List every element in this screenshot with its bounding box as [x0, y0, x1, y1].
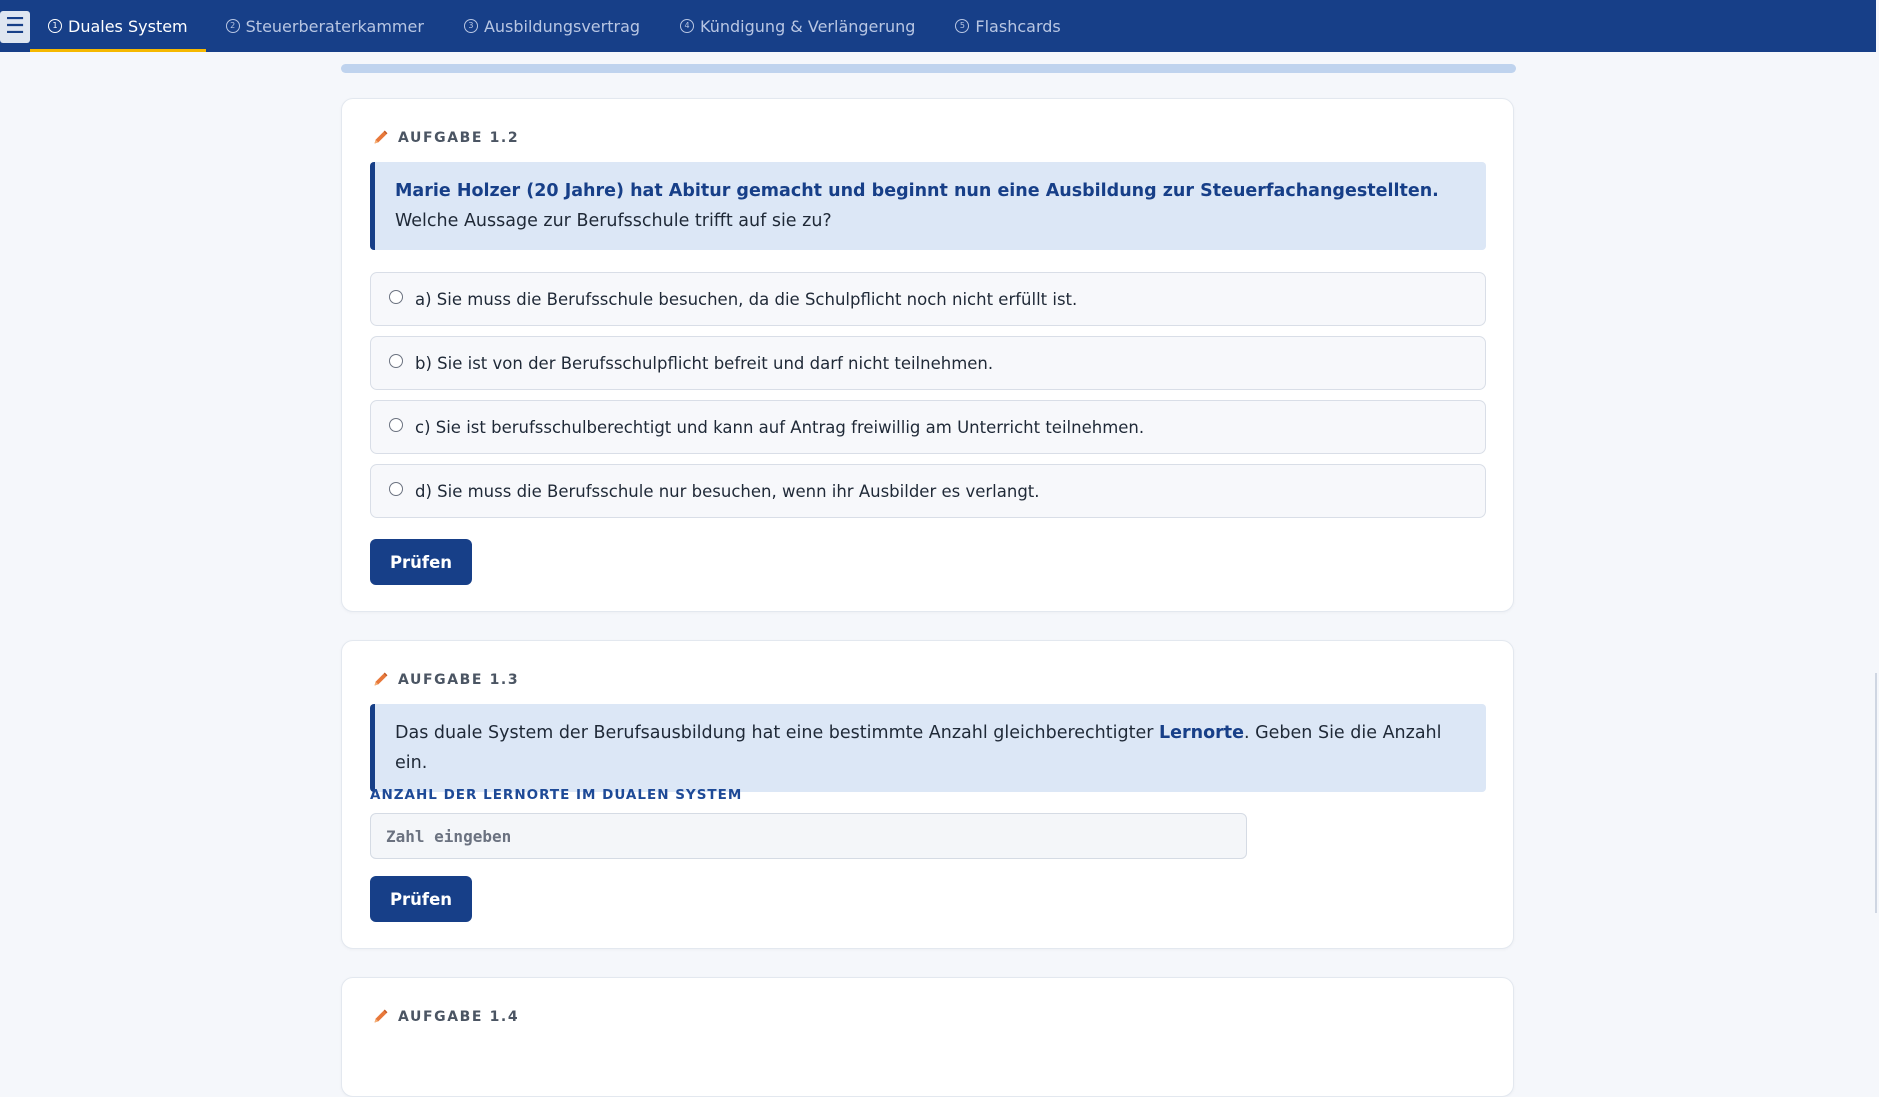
option-label: a) Sie muss die Berufsschule besuchen, d…	[415, 289, 1078, 309]
tab-label: Steuerberaterkammer	[245, 16, 424, 36]
task-label: AUFGABE 1.3	[398, 671, 520, 688]
question-highlight: Marie Holzer (20 Jahre) hat Abitur gemac…	[395, 181, 1439, 201]
question-text: Welche Aussage zur Berufsschule trifft a…	[395, 211, 832, 231]
answer-option-d[interactable]: d) Sie muss die Berufsschule nur besuche…	[370, 464, 1486, 518]
task-card-1-4: AUFGABE 1.4	[341, 977, 1514, 1097]
question-keyword: Lernorte	[1158, 723, 1244, 743]
radio-button[interactable]	[389, 482, 403, 496]
task-label: AUFGABE 1.2	[398, 129, 520, 146]
check-button[interactable]: Prüfen	[370, 539, 472, 585]
tab-label: Duales System	[68, 16, 188, 36]
radio-button[interactable]	[389, 354, 403, 368]
step-number-icon: 3	[463, 19, 478, 33]
tab-label: Ausbildungsvertrag	[483, 16, 641, 36]
tab-flashcards[interactable]: 5 Flashcards	[935, 0, 1080, 52]
tab-ausbildungsvertrag[interactable]: 3 Ausbildungsvertrag	[444, 0, 660, 52]
task-card-1-3: AUFGABE 1.3 Das duale System der Berufsa…	[341, 640, 1514, 949]
option-label: d) Sie muss die Berufsschule nur besuche…	[415, 481, 1040, 501]
pencil-icon	[374, 672, 388, 686]
scrollbar[interactable]	[1875, 673, 1877, 913]
tab-label: Kündigung & Verlängerung	[700, 16, 916, 36]
field-label: ANZAHL DER LERNORTE IM DUALEN SYSTEM	[370, 787, 743, 803]
answer-option-a[interactable]: a) Sie muss die Berufsschule besuchen, d…	[370, 272, 1486, 326]
tab-steuerberaterkammer[interactable]: 2 Steuerberaterkammer	[206, 0, 444, 52]
step-number-icon: 4	[680, 19, 695, 33]
step-number-icon: 1	[48, 19, 62, 33]
number-input[interactable]	[370, 813, 1247, 859]
hamburger-menu-icon[interactable]: ☰	[0, 11, 30, 43]
question-box: Das duale System der Berufsausbildung ha…	[370, 704, 1486, 792]
question-text: Das duale System der Berufsausbildung ha…	[395, 723, 1159, 743]
answer-option-c[interactable]: c) Sie ist berufsschulberechtigt und kan…	[370, 400, 1486, 454]
radio-button[interactable]	[389, 290, 403, 304]
task-header: AUFGABE 1.2	[372, 129, 519, 146]
tab-kuendigung-verlaengerung[interactable]: 4 Kündigung & Verlängerung	[660, 0, 935, 52]
radio-button[interactable]	[389, 418, 403, 432]
step-number-icon: 2	[225, 19, 240, 33]
question-box: Marie Holzer (20 Jahre) hat Abitur gemac…	[370, 162, 1486, 250]
check-button[interactable]: Prüfen	[370, 876, 472, 922]
progress-bar	[341, 64, 1516, 73]
top-navigation: ☰ 1 Duales System 2 Steuerberaterkammer …	[0, 0, 1876, 52]
answer-option-b[interactable]: b) Sie ist von der Berufsschulpflicht be…	[370, 336, 1486, 390]
task-header: AUFGABE 1.3	[372, 671, 519, 688]
option-label: c) Sie ist berufsschulberechtigt und kan…	[415, 417, 1145, 437]
tab-label: Flashcards	[975, 16, 1061, 36]
task-card-1-2: AUFGABE 1.2 Marie Holzer (20 Jahre) hat …	[341, 98, 1514, 612]
option-label: b) Sie ist von der Berufsschulpflicht be…	[415, 353, 994, 373]
tab-duales-system[interactable]: 1 Duales System	[30, 0, 206, 52]
step-number-icon: 5	[955, 19, 970, 33]
pencil-icon	[374, 130, 388, 144]
